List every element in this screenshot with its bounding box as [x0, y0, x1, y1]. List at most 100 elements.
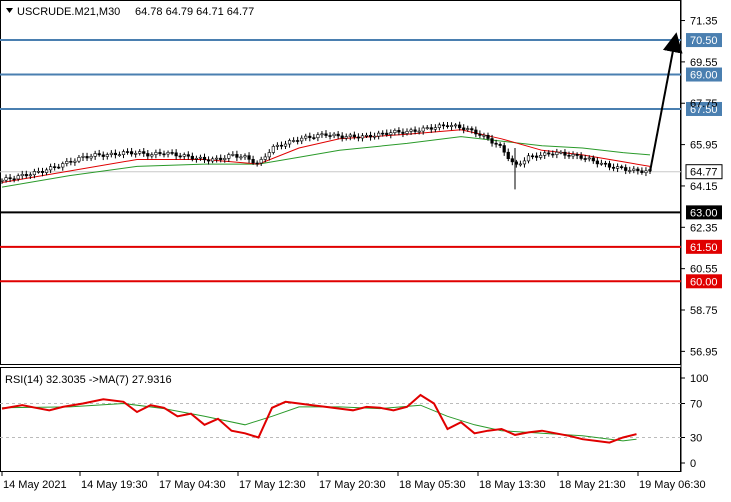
level-tag-text-69.00: 69.00 [690, 70, 718, 82]
candle-body [223, 158, 227, 160]
candle-body [283, 143, 288, 147]
candle-body [89, 156, 93, 159]
candle-body [575, 154, 579, 156]
level-tag-text-63.00: 63.00 [690, 207, 718, 219]
candle-body [587, 157, 591, 160]
candle-body [259, 159, 263, 164]
candle-body [385, 132, 389, 135]
candle-body [522, 160, 527, 165]
candle-body [482, 134, 486, 137]
candle-body [162, 153, 166, 156]
candle-body [227, 154, 231, 159]
candle-body [433, 127, 437, 130]
candle-body [312, 137, 316, 139]
candle-body [255, 162, 259, 165]
candle-body [583, 158, 587, 160]
rsi-tick-label: 0 [690, 458, 696, 470]
candle-body [158, 152, 162, 155]
price-tick-label: 62.35 [690, 222, 718, 234]
candle-body [356, 136, 361, 139]
time-tick-label: 14 May 19:30 [81, 479, 148, 491]
time-tick-label: 18 May 21:30 [559, 479, 626, 491]
candle-body [4, 177, 8, 181]
level-tag-text-60.00: 60.00 [690, 276, 718, 288]
candle-body [429, 127, 433, 130]
candle-body [300, 137, 304, 142]
time-tick-label: 17 May 12:30 [239, 479, 306, 491]
candle-body [551, 153, 555, 156]
candle-body [352, 134, 356, 138]
candle-body [453, 124, 458, 127]
candle-body [466, 128, 470, 130]
price-tick-label: 71.35 [690, 16, 718, 28]
candle-body [247, 155, 251, 160]
level-tag-text-70.50: 70.50 [690, 35, 718, 47]
candle-body [198, 156, 203, 159]
candle-body [377, 132, 381, 137]
candle-body [53, 166, 57, 168]
candle-body [344, 136, 348, 139]
candle-body [65, 161, 69, 164]
candle-body [61, 163, 65, 168]
candle-body [510, 158, 514, 163]
candle-body [202, 156, 207, 161]
candle-body [308, 135, 312, 138]
ohlc-values: 64.78 64.79 64.71 64.77 [135, 6, 254, 18]
candle-body [251, 159, 255, 164]
candle-body [332, 133, 336, 137]
candle-body [24, 174, 28, 177]
candle-body [130, 151, 134, 155]
candle-body [567, 154, 571, 157]
candle-body [154, 152, 158, 155]
candle-body [211, 158, 215, 162]
candle-body [134, 153, 138, 155]
candle-body [235, 154, 239, 158]
candle-body [304, 135, 308, 139]
rsi-axis-ticks: 100 70 30 0 [681, 373, 708, 470]
price-tick-label: 65.95 [690, 140, 718, 152]
candle-body [97, 153, 101, 156]
candle-body [381, 132, 385, 135]
candle-body [364, 134, 369, 137]
candle-body [316, 134, 320, 139]
candle-body [328, 135, 332, 137]
candle-body [559, 151, 563, 154]
candle-body [324, 133, 328, 136]
candle-body [441, 124, 446, 127]
level-tag-text-61.50: 61.50 [690, 242, 718, 254]
candle-body [409, 129, 413, 132]
time-axis-labels: 14 May 2021 14 May 19:30 17 May 04:30 17 Ma… [1, 472, 706, 491]
candle-body [644, 170, 648, 173]
candle-body [150, 154, 154, 157]
candle-body [40, 170, 45, 173]
time-tick-label: 18 May 13:30 [479, 479, 546, 491]
candle-body [219, 157, 223, 160]
candle-body [279, 144, 284, 147]
candle-body [502, 145, 506, 153]
candle-body [506, 151, 510, 159]
candle-body [69, 161, 73, 163]
price-tick-label: 58.75 [690, 305, 718, 317]
rsi-title: RSI(14) 32.3035 ->MA(7) 27.9316 [5, 374, 172, 386]
candle-body [0, 179, 4, 182]
candle-body [44, 169, 49, 173]
candle-body [478, 133, 482, 136]
candle-body [166, 152, 170, 155]
main-price-panel [0, 0, 681, 365]
candle-body [620, 166, 624, 168]
candle-body [389, 132, 393, 135]
candle-body [239, 156, 243, 159]
candle-body [498, 143, 502, 146]
candle-body [101, 154, 105, 157]
candle-body [296, 140, 300, 142]
candle-body [291, 140, 296, 142]
candle-body [287, 140, 292, 145]
candle-body [113, 152, 117, 156]
symbol-info: USCRUDE.M21,M30 [17, 6, 120, 18]
candle-body [579, 155, 583, 159]
candle-body [275, 144, 280, 147]
candle-body [174, 152, 178, 157]
candle-body [117, 154, 122, 156]
candle-body [263, 156, 267, 160]
candle-body [526, 155, 531, 162]
